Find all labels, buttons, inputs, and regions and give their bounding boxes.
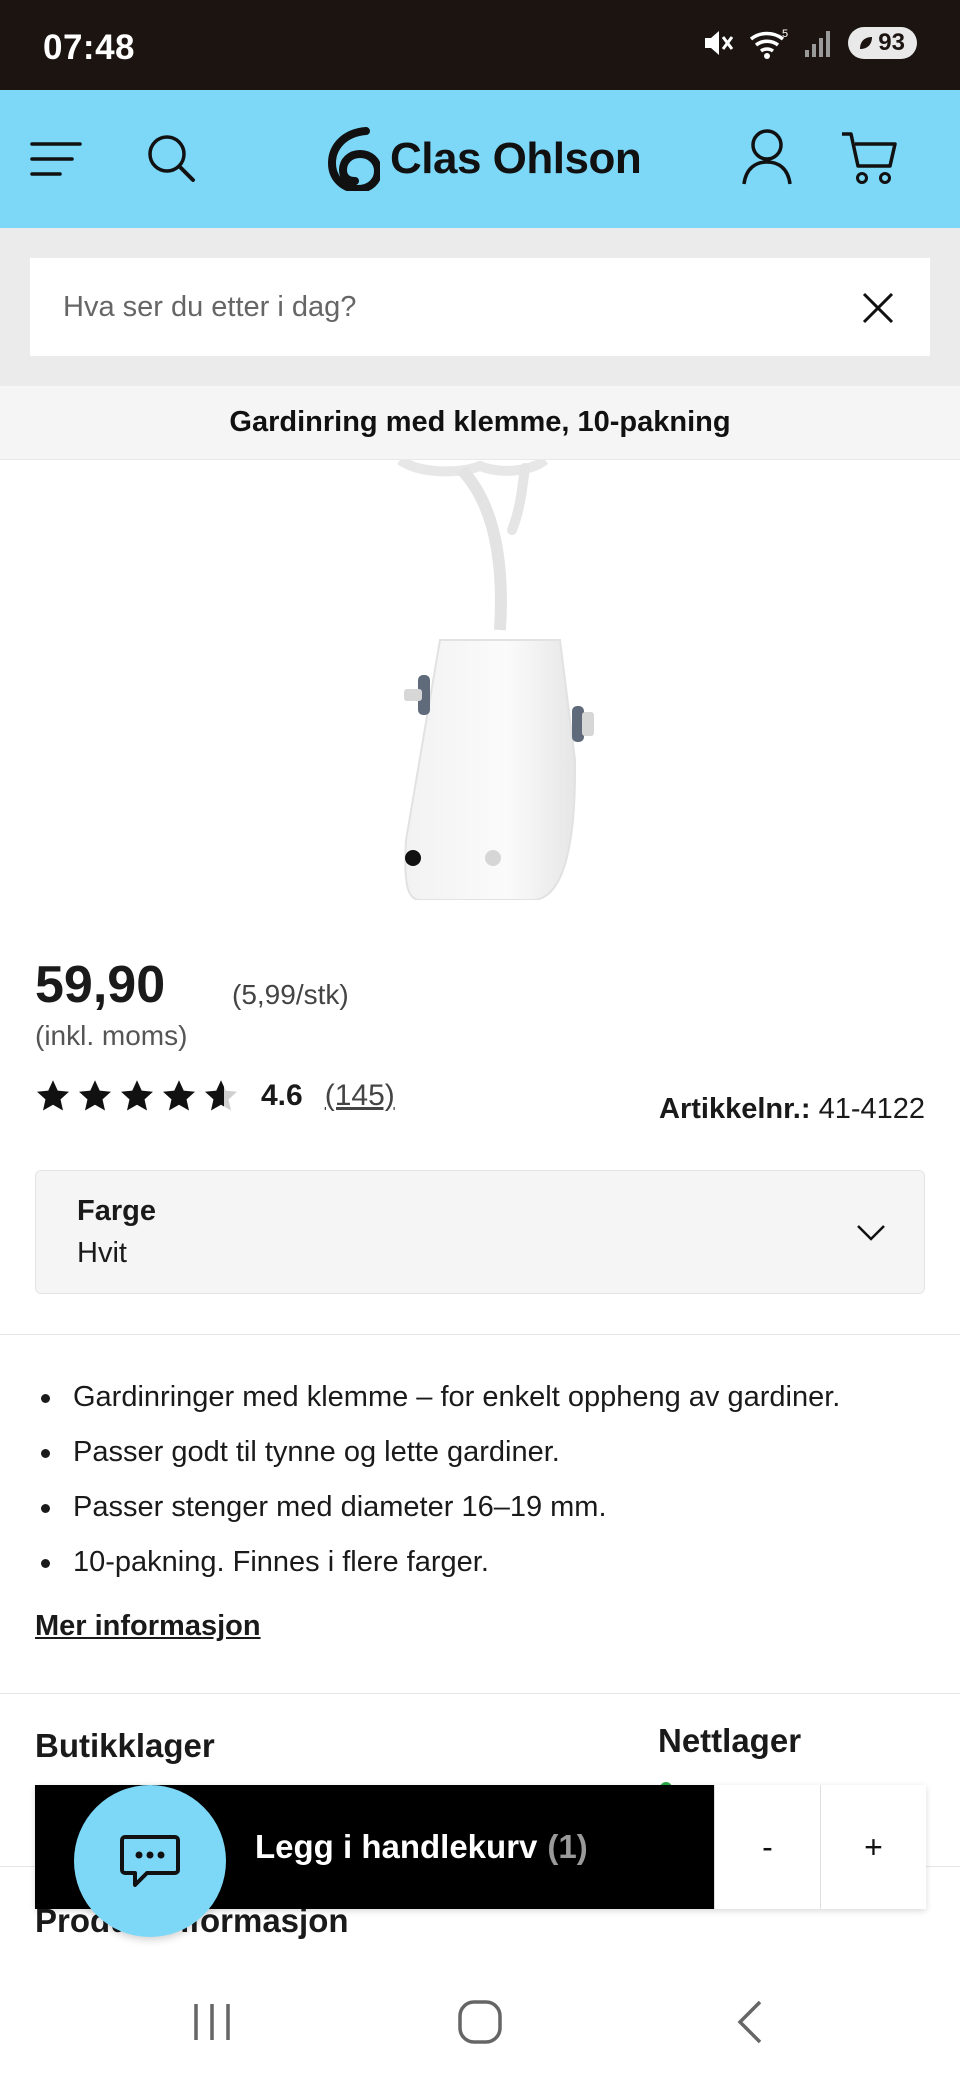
brand-logo[interactable]: Clas Ohlson: [328, 126, 642, 192]
cart-icon[interactable]: [840, 130, 898, 186]
search-area: [0, 228, 960, 386]
product-image[interactable]: [0, 460, 960, 900]
signal-icon: [805, 31, 831, 57]
site-header: Clas Ohlson: [0, 90, 960, 228]
decrease-quantity-button[interactable]: -: [714, 1785, 820, 1909]
status-time: 07:48: [43, 28, 136, 67]
image-carousel-dots: [0, 850, 960, 870]
battery-icon: 93: [848, 27, 917, 59]
vat-note: (inkl. moms): [35, 1020, 188, 1051]
status-icons: 5 93: [702, 27, 917, 59]
chat-button[interactable]: [74, 1785, 226, 1937]
rating-stars: [35, 1078, 239, 1114]
battery-level: 93: [878, 29, 905, 56]
divider: [0, 1334, 960, 1335]
back-icon[interactable]: [728, 1998, 776, 2046]
chevron-down-icon: [857, 1225, 885, 1241]
mute-icon: [705, 31, 734, 55]
home-icon[interactable]: [456, 1998, 504, 2046]
article-number-value: 41-4122: [818, 1093, 925, 1125]
color-dropdown-label: Farge: [77, 1195, 156, 1227]
brand-name: Clas Ohlson: [390, 134, 642, 183]
product-price: 59,90: [35, 956, 166, 1014]
recent-apps-icon[interactable]: [188, 1998, 236, 2046]
feature-item: 10-pakning. Finnes i flere farger.: [35, 1535, 935, 1590]
system-nav-bar: [0, 1960, 960, 2080]
increase-quantity-button[interactable]: +: [820, 1785, 926, 1909]
svg-text:5: 5: [782, 28, 788, 40]
product-rating[interactable]: 4.6 (145): [35, 1078, 395, 1114]
chat-icon: [120, 1835, 180, 1887]
product-title-bar: Gardinring med klemme, 10-pakning: [0, 386, 960, 460]
store-stock-heading: Butikklager: [35, 1727, 215, 1764]
carousel-dot-2[interactable]: [485, 850, 501, 866]
curtain-ring-image: [397, 460, 594, 900]
feature-item: Passer godt til tynne og lette gardiner.: [35, 1425, 935, 1480]
feature-item: Gardinringer med klemme – for enkelt opp…: [35, 1370, 935, 1425]
star-icon: [205, 1080, 237, 1111]
color-dropdown-value: Hvit: [77, 1237, 127, 1269]
feature-list: Gardinringer med klemme – for enkelt opp…: [35, 1370, 935, 1590]
more-info-link[interactable]: Mer informasjon: [35, 1610, 261, 1643]
feature-item: Passer stenger med diameter 16–19 mm.: [35, 1480, 935, 1535]
add-to-cart-label: Legg i handlekurv: [255, 1828, 538, 1865]
star-icon: [121, 1080, 153, 1111]
article-number: Artikkelnr.: 41-4122: [659, 1093, 925, 1126]
star-icon: [79, 1080, 111, 1111]
star-icon: [37, 1080, 69, 1111]
rating-value: 4.6: [261, 1079, 303, 1112]
close-icon[interactable]: [856, 286, 900, 330]
menu-icon[interactable]: [30, 140, 82, 178]
online-stock-heading: Nettlager: [658, 1722, 802, 1759]
leaf-icon: [860, 37, 873, 49]
article-number-label: Artikkelnr.:: [659, 1093, 811, 1125]
divider: [0, 1693, 960, 1694]
review-count-link[interactable]: (145): [325, 1079, 395, 1113]
wifi-icon: 5: [750, 28, 788, 59]
add-to-cart-qty: (1): [547, 1828, 588, 1865]
logo-mark-icon: [328, 127, 380, 191]
search-input[interactable]: [30, 258, 930, 356]
star-icon: [163, 1080, 195, 1111]
carousel-dot-1[interactable]: [405, 850, 421, 866]
search-icon[interactable]: [145, 132, 197, 184]
account-icon[interactable]: [740, 128, 794, 186]
status-bar: 07:48 5 93: [0, 0, 960, 90]
color-dropdown[interactable]: Farge Hvit: [35, 1170, 925, 1294]
unit-price: (5,99/stk): [232, 979, 349, 1010]
